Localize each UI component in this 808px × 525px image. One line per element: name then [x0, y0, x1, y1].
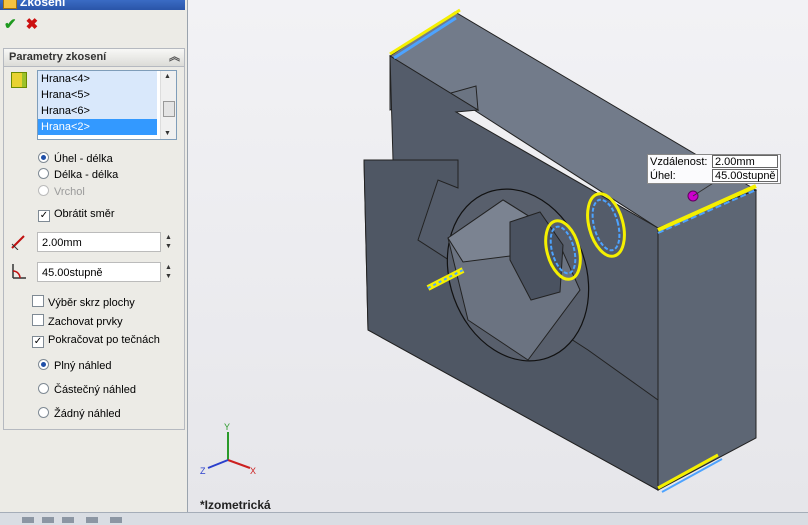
- callout-distance-label: Vzdálenost:: [650, 156, 708, 168]
- ok-check-icon[interactable]: ✔: [4, 15, 17, 33]
- full-preview-radio[interactable]: Plný náhled: [38, 359, 112, 372]
- cancel-x-icon[interactable]: ✖: [26, 15, 39, 33]
- triad-z-label: Z: [200, 466, 206, 476]
- radio-dot: [38, 383, 49, 394]
- edge-list-item[interactable]: Hrana<5>: [38, 87, 157, 103]
- toolbar-icon-4[interactable]: [86, 517, 98, 523]
- edge-list-item[interactable]: Hrana<4>: [38, 71, 157, 87]
- toolbar-icon-1[interactable]: [22, 517, 34, 523]
- scroll-thumb[interactable]: [163, 101, 175, 117]
- checkbox-box: [32, 295, 44, 307]
- graphics-viewport[interactable]: Y X Z Vzdálenost: 2.00mm Úhel: 45.00stup…: [188, 0, 808, 512]
- toolbar-icon-3[interactable]: [62, 517, 74, 523]
- callout-distance-value[interactable]: 2.00mm: [712, 155, 778, 168]
- scroll-up-icon[interactable]: ▲: [164, 73, 171, 80]
- partial-preview-radio[interactable]: Částečný náhled: [38, 383, 136, 396]
- triad-x-label: X: [250, 466, 256, 476]
- feature-title: Zkosení: [20, 0, 66, 9]
- callout-angle-label: Úhel:: [650, 170, 676, 182]
- model-canvas: Y X Z: [200, 8, 758, 493]
- triad-z-axis: [207, 459, 229, 469]
- checkbox-box: ✓: [38, 210, 50, 222]
- flip-direction-checkbox[interactable]: ✓ Obrátit směr: [38, 208, 115, 222]
- radio-dot: [38, 152, 49, 163]
- dimension-callout[interactable]: Vzdálenost: 2.00mm Úhel: 45.00stupně: [647, 154, 781, 184]
- ok-cancel-row: ✔ ✖: [4, 15, 44, 35]
- listbox-scrollbar[interactable]: ▲ ▼: [160, 71, 176, 139]
- radio-dot: [38, 168, 49, 179]
- select-through-faces-checkbox[interactable]: Výběr skrz plochy: [32, 295, 135, 309]
- callout-distance-row: Vzdálenost: 2.00mm: [648, 155, 780, 169]
- radio-dot: [38, 185, 49, 196]
- collapse-chevron-icon[interactable]: ︽: [169, 49, 180, 66]
- tangent-propagation-checkbox[interactable]: ✓ Pokračovat po tečnách: [32, 334, 160, 348]
- callout-angle-value[interactable]: 45.00stupně: [712, 169, 778, 182]
- mode-distance-distance-radio[interactable]: Délka - délka: [38, 168, 118, 181]
- angle-spinner[interactable]: ▲ ▼: [165, 263, 175, 281]
- group-title: Parametry zkosení: [9, 51, 107, 63]
- scroll-down-icon[interactable]: ▼: [164, 130, 171, 137]
- distance-icon: [10, 232, 28, 251]
- feature-titlebar: Zkosení: [0, 0, 185, 10]
- angle-icon: [10, 262, 28, 280]
- chamfer-parameters-group: Parametry zkosení ︽ Hrana<4> Hrana<5> Hran…: [3, 48, 185, 430]
- mode-vertex-radio: Vrchol: [38, 185, 85, 198]
- checkbox-box: [32, 314, 44, 326]
- angle-input[interactable]: 45.00stupně: [37, 262, 161, 282]
- edge-list-item[interactable]: Hrana<6>: [38, 103, 157, 119]
- toolbar-icon-5[interactable]: [110, 517, 122, 523]
- triad-y-label: Y: [224, 422, 230, 432]
- edge-list-item[interactable]: Hrana<2>: [38, 119, 157, 135]
- triad-x-axis: [227, 459, 251, 469]
- distance-input[interactable]: 2.00mm: [37, 232, 161, 252]
- checkbox-box: ✓: [32, 336, 44, 348]
- edges-listbox[interactable]: Hrana<4> Hrana<5> Hrana<6> Hrana<2> ▲ ▼: [37, 70, 177, 140]
- radio-dot: [38, 359, 49, 370]
- keep-features-checkbox[interactable]: Zachovat prvky: [32, 314, 123, 328]
- toolbar-icon-2[interactable]: [42, 517, 54, 523]
- group-header[interactable]: Parametry zkosení ︽: [4, 49, 184, 67]
- property-manager: Zkosení ✔ ✖ Parametry zkosení ︽ Hrana<4>…: [0, 0, 188, 524]
- callout-angle-row: Úhel: 45.00stupně: [648, 169, 780, 183]
- radio-dot: [38, 407, 49, 418]
- chamfer-feature-icon: [3, 0, 17, 9]
- no-preview-radio[interactable]: Žádný náhled: [38, 407, 121, 420]
- distance-spinner[interactable]: ▲ ▼: [165, 233, 175, 251]
- view-orientation-label: *Izometrická: [200, 498, 271, 512]
- edges-selection-icon: [11, 72, 27, 88]
- bottom-toolbar: [0, 512, 808, 525]
- mode-angle-distance-radio[interactable]: Úhel - délka: [38, 152, 113, 165]
- model-right-face: [657, 189, 757, 491]
